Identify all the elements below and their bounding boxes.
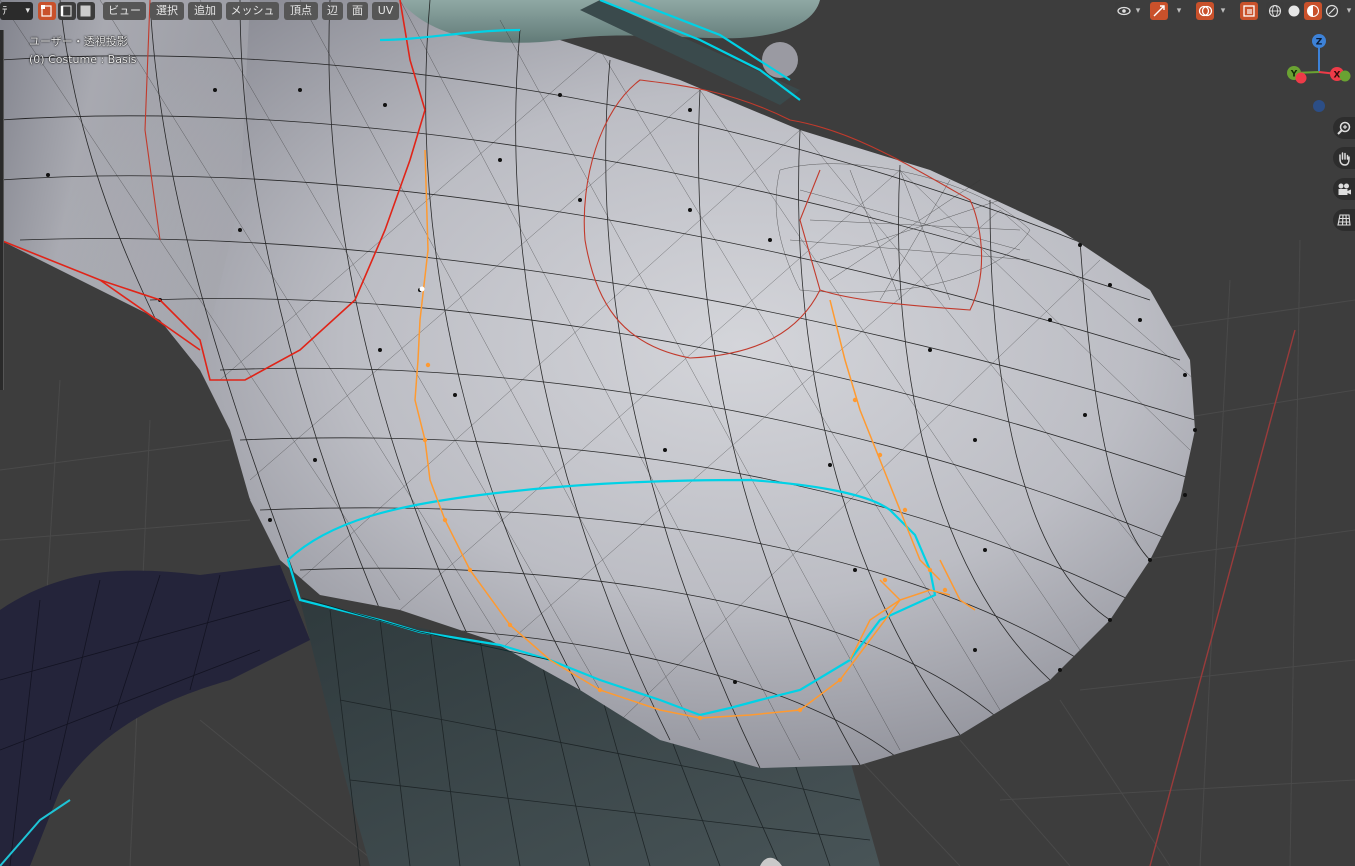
neg-z-axis-handle	[1313, 100, 1325, 112]
visibility-icon[interactable]	[1115, 2, 1133, 20]
zoom-button[interactable]	[1333, 117, 1355, 139]
object-info-label: (0) Costume : Basis	[29, 53, 137, 66]
material-shading-icon[interactable]	[1304, 2, 1322, 20]
pan-button[interactable]	[1333, 147, 1355, 169]
menu-uv[interactable]: UV	[372, 2, 399, 20]
camera-icon	[1338, 183, 1351, 195]
ortho-toggle-button[interactable]	[1333, 209, 1355, 231]
menu-view[interactable]: ビュー	[103, 2, 146, 20]
menu-vertex[interactable]: 頂点	[284, 2, 318, 20]
mode-dropdown-label: ﾃ	[2, 4, 8, 17]
menu-select[interactable]: 選択	[150, 2, 184, 20]
toolbar-edge[interactable]	[0, 30, 4, 390]
camera-view-button[interactable]	[1333, 178, 1355, 200]
menu-add[interactable]: 追加	[188, 2, 222, 20]
chevron-down-icon[interactable]: ▾	[1174, 2, 1184, 20]
strap-mesh	[0, 565, 310, 866]
chevron-down-icon[interactable]: ▾	[1133, 2, 1143, 20]
viewport-scene[interactable]	[0, 0, 1355, 866]
x-axis-label: X	[1334, 71, 1341, 81]
3d-viewport[interactable]: ﾃ ▾ ビュー 選択 追加 メッシュ 頂点 辺 面 UV ▾ ▾ ▾ ▾ ユーザ…	[0, 0, 1355, 866]
view-projection-label: ユーザー・透視投影	[29, 35, 128, 48]
chevron-down-icon[interactable]: ▾	[1218, 2, 1228, 20]
z-axis-label: Z	[1316, 38, 1323, 48]
edge-select-icon[interactable]	[58, 2, 76, 20]
menu-mesh[interactable]: メッシュ	[226, 2, 279, 20]
wireframe-shading-icon[interactable]	[1266, 2, 1284, 20]
neg-x-axis-handle	[1295, 72, 1307, 84]
chevron-down-icon: ▾	[25, 6, 30, 16]
rendered-shading-icon[interactable]	[1323, 2, 1341, 20]
neg-y-axis-handle	[1339, 70, 1351, 82]
solid-shading-icon[interactable]	[1285, 2, 1303, 20]
grid-ortho-icon	[1337, 213, 1351, 226]
pan-hand-icon	[1339, 151, 1350, 166]
header-bar: ﾃ ▾ ビュー 選択 追加 メッシュ 頂点 辺 面 UV ▾ ▾ ▾ ▾	[0, 0, 1355, 24]
menu-edge[interactable]: 辺	[322, 2, 343, 20]
navigation-gizmo[interactable]: Z X Y	[1278, 30, 1355, 120]
face-select-icon[interactable]	[77, 2, 95, 20]
chevron-down-icon[interactable]: ▾	[1343, 2, 1355, 20]
vertex-select-icon[interactable]	[38, 2, 56, 20]
xray-icon[interactable]	[1240, 2, 1258, 20]
gizmo-icon[interactable]	[1150, 2, 1168, 20]
mode-dropdown[interactable]: ﾃ ▾	[0, 2, 33, 20]
menu-face[interactable]: 面	[347, 2, 368, 20]
overlay-icon[interactable]	[1196, 2, 1214, 20]
zoom-icon	[1337, 121, 1351, 135]
